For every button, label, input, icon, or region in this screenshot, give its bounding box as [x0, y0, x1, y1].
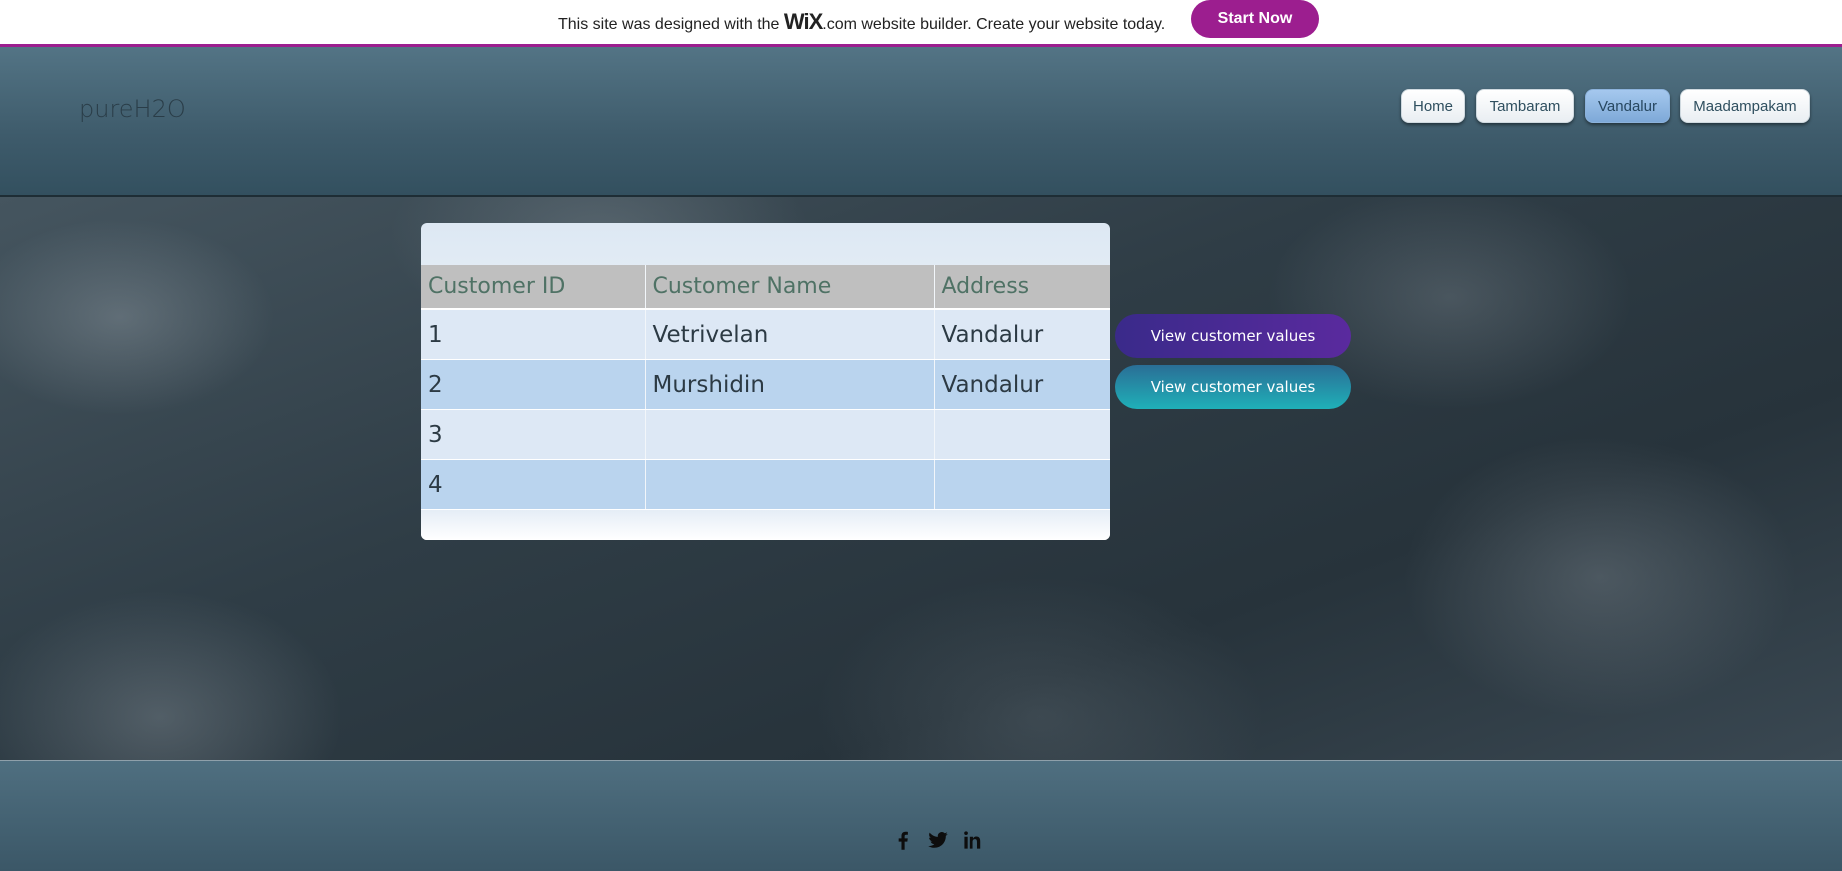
cell-customer-id: 1: [421, 309, 645, 360]
view-customer-values-button-2[interactable]: View customer values: [1115, 365, 1351, 409]
wix-banner: This site was designed with the WiX.com …: [0, 0, 1842, 47]
main-content: Customer ID Customer Name Address 1 Vetr…: [0, 197, 1842, 761]
table-row[interactable]: 3: [421, 409, 1110, 460]
start-now-button[interactable]: Start Now: [1191, 0, 1319, 38]
cell-customer-name: Vetrivelan: [644, 309, 934, 360]
table-footer-strip: [421, 510, 1110, 540]
wix-text-after: .com website builder. Create your websit…: [822, 16, 1166, 33]
column-header-customer-name[interactable]: Customer Name: [644, 265, 934, 310]
cell-customer-id: 2: [421, 359, 645, 410]
nav-vandalur[interactable]: Vandalur: [1585, 89, 1670, 123]
cell-address: Vandalur: [933, 309, 1110, 360]
cell-customer-name: [644, 459, 934, 510]
table-header-row: Customer ID Customer Name Address: [421, 265, 1110, 310]
cell-address: [933, 459, 1110, 510]
linkedin-icon[interactable]: [959, 827, 985, 853]
customer-table: Customer ID Customer Name Address 1 Vetr…: [421, 265, 1110, 510]
nav-maadampakam[interactable]: Maadampakam: [1680, 89, 1810, 123]
cell-customer-id: 4: [421, 459, 645, 510]
column-header-customer-id[interactable]: Customer ID: [421, 265, 645, 310]
site-footer: [0, 761, 1842, 871]
cell-customer-name: Murshidin: [644, 359, 934, 410]
wix-text-before: This site was designed with the: [558, 16, 784, 33]
cell-customer-name: [644, 409, 934, 460]
cell-address: [933, 409, 1110, 460]
site-header: pureH2O Home Tambaram Vandalur Maadampak…: [0, 47, 1842, 197]
table-row[interactable]: 4: [421, 459, 1110, 510]
twitter-icon[interactable]: [925, 827, 951, 853]
table-row[interactable]: 1 Vetrivelan Vandalur: [421, 309, 1110, 360]
view-customer-values-button-1[interactable]: View customer values: [1115, 314, 1351, 358]
facebook-icon[interactable]: [890, 827, 916, 853]
wix-banner-text: This site was designed with the WiX.com …: [558, 9, 1165, 35]
customer-table-card: Customer ID Customer Name Address 1 Vetr…: [421, 223, 1110, 540]
site-title[interactable]: pureH2O: [79, 95, 186, 123]
wix-logo: WiX: [783, 9, 823, 34]
column-header-address[interactable]: Address: [933, 265, 1110, 310]
cell-address: Vandalur: [933, 359, 1110, 410]
nav-home[interactable]: Home: [1401, 89, 1465, 123]
nav-tambaram[interactable]: Tambaram: [1476, 89, 1574, 123]
table-row[interactable]: 2 Murshidin Vandalur: [421, 359, 1110, 410]
cell-customer-id: 3: [421, 409, 645, 460]
